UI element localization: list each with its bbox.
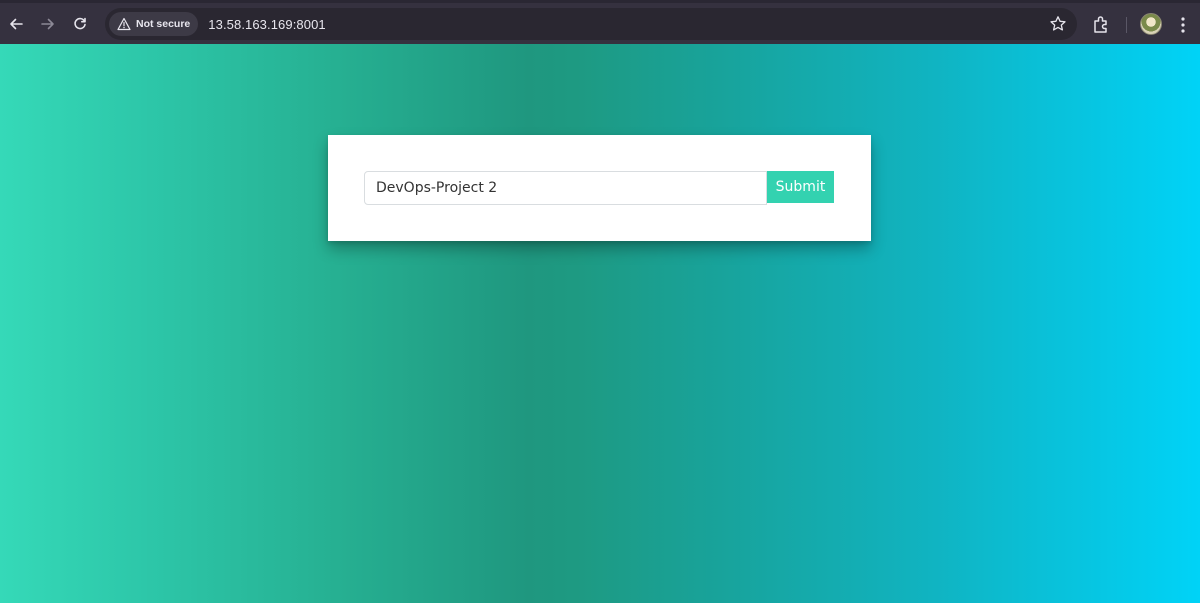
security-label: Not secure	[136, 18, 191, 30]
kebab-menu-icon[interactable]	[1174, 14, 1192, 36]
reload-icon	[74, 17, 86, 30]
forward-arrow-icon	[41, 18, 54, 30]
text-input[interactable]	[364, 171, 767, 205]
extensions-icon[interactable]	[1090, 13, 1112, 35]
address-bar[interactable]: Not secure 13.58.163.169:8001	[105, 8, 1077, 40]
security-chip[interactable]: Not secure	[109, 12, 199, 36]
form-card: Submit	[328, 135, 871, 241]
forward-button[interactable]	[32, 8, 64, 40]
back-arrow-icon	[10, 18, 23, 30]
browser-toolbar: Not secure 13.58.163.169:8001	[0, 0, 1200, 44]
profile-avatar[interactable]	[1140, 13, 1162, 35]
reload-button[interactable]	[64, 8, 96, 40]
bookmark-star-icon[interactable]	[1049, 15, 1067, 33]
page-viewport: Submit	[0, 44, 1200, 603]
warning-icon	[117, 17, 131, 31]
toolbar-divider	[1126, 17, 1127, 33]
submit-button[interactable]: Submit	[767, 171, 834, 203]
url-text[interactable]: 13.58.163.169:8001	[208, 17, 325, 32]
back-button[interactable]	[0, 8, 32, 40]
